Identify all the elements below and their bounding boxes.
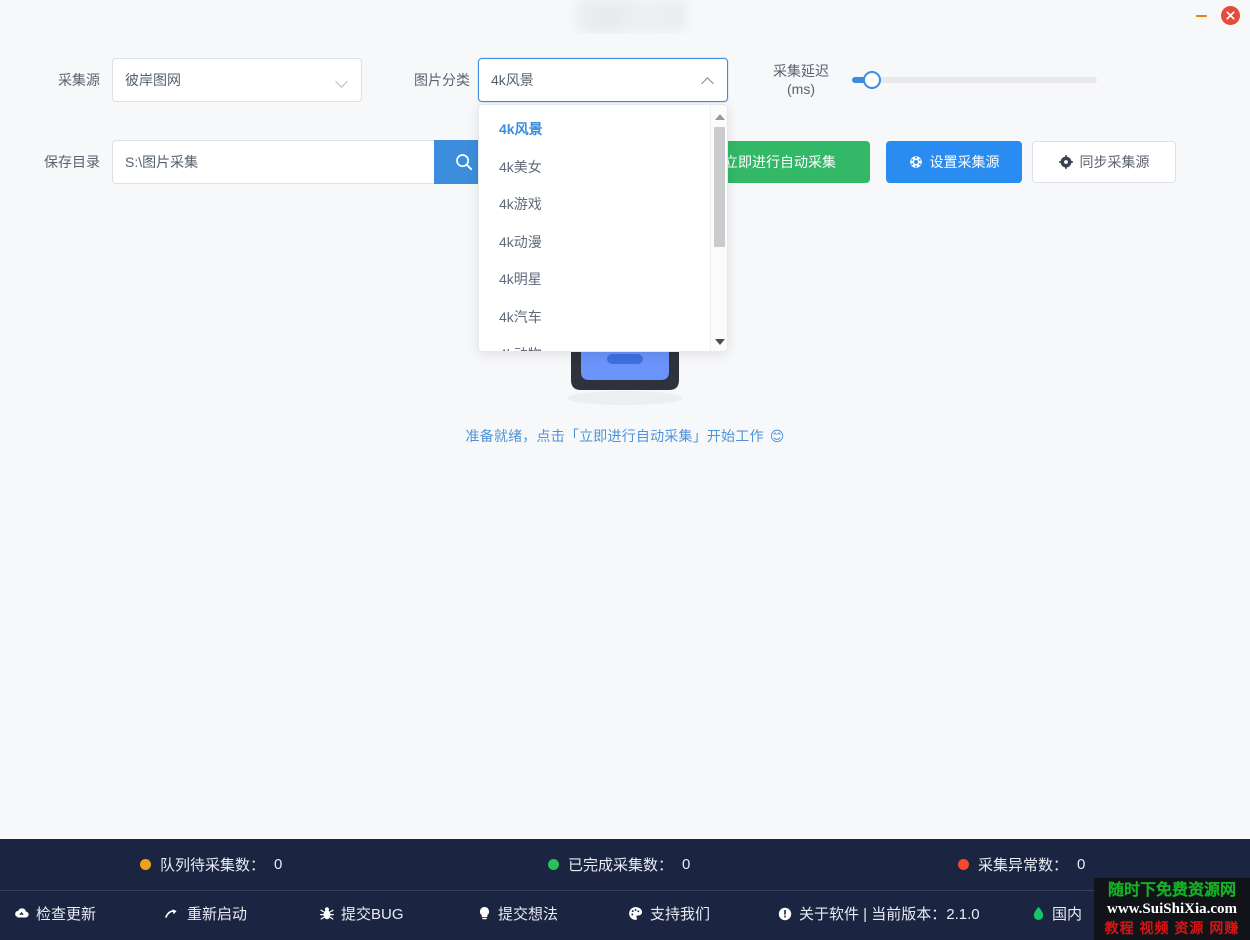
sync-source-label: 同步采集源 — [1080, 152, 1150, 172]
status-counters: 队列待采集数： 0 已完成采集数： 0 采集异常数： 0 — [0, 839, 1250, 890]
dropdown-item[interactable]: 4k动漫 — [479, 224, 711, 262]
watermark-overlay: 随时下免费资源网 www.SuiShiXia.com 教程 视频 资源 网赚 — [1094, 878, 1250, 940]
empty-state-message-group: 准备就绪，点击「立即进行自动采集」开始工作 😊 — [466, 426, 785, 446]
watermark-line-1: 随时下免费资源网 — [1108, 881, 1236, 900]
gear-icon — [909, 155, 923, 169]
footer-link-label: 国内 — [1052, 903, 1082, 924]
chevron-down-icon — [336, 74, 349, 87]
window-controls — [1193, 6, 1240, 25]
start-collect-label: 立即进行自动采集 — [724, 152, 836, 172]
watermark-line-3: 教程 视频 资源 网赚 — [1105, 919, 1240, 937]
redo-arrow-icon — [164, 907, 180, 921]
status-counter-label: 采集异常数： — [978, 854, 1068, 875]
footer-link[interactable]: 关于软件 | 当前版本：2.1.0 — [778, 903, 980, 924]
triangle-up-icon[interactable] — [711, 108, 728, 125]
dropdown-item[interactable]: 4k美女 — [479, 149, 711, 187]
chevron-up-icon — [702, 74, 715, 87]
status-dot-icon — [958, 859, 969, 870]
status-dot-icon — [548, 859, 559, 870]
dropdown-item-label: 4k动漫 — [499, 234, 542, 250]
dropdown-scroll-thumb[interactable] — [714, 127, 725, 247]
app-window: 采集源 彼岸图网 图片分类 4k风景 采集延迟 (ms) 保存目录 — [0, 0, 1250, 940]
delay-unit: (ms) — [756, 80, 846, 98]
dropdown-item[interactable]: 4k明星 — [479, 261, 711, 299]
bug-icon — [320, 906, 334, 921]
save-dir-group — [112, 140, 494, 184]
settings-source-label: 设置采集源 — [930, 152, 1000, 172]
footer-link[interactable]: 国内 — [1032, 903, 1082, 924]
info-icon — [778, 907, 792, 921]
dropdown-item-label: 4k汽车 — [499, 309, 542, 325]
footer-link[interactable]: 检查更新 — [14, 903, 96, 924]
footer-link[interactable]: 重新启动 — [164, 903, 247, 924]
dropdown-item-label: 4k游戏 — [499, 196, 542, 212]
footer-link-label: 提交想法 — [498, 903, 558, 924]
app-title-blurred — [575, 0, 687, 33]
delay-label: 采集延迟 — [756, 62, 846, 80]
source-label: 采集源 — [34, 58, 100, 102]
palette-icon — [628, 906, 643, 921]
source-select-value: 彼岸图网 — [125, 70, 336, 90]
delay-slider-thumb[interactable] — [863, 71, 881, 89]
footer-link-label: 关于软件 | 当前版本：2.1.0 — [799, 903, 980, 924]
empty-state-message: 准备就绪，点击「立即进行自动采集」开始工作 — [466, 426, 764, 446]
sync-source-button[interactable]: 同步采集源 — [1032, 141, 1176, 183]
status-counter-value: 0 — [274, 856, 282, 873]
watermark-line-2: www.SuiShiXia.com — [1107, 900, 1237, 919]
delay-slider[interactable] — [852, 77, 1097, 83]
cloud-upload-icon — [14, 906, 29, 921]
dropdown-item-label: 4k风景 — [499, 121, 543, 137]
category-dropdown-panel[interactable]: 4k风景 4k美女 4k游戏 4k动漫 4k明星 4k汽车 4k动物 — [478, 104, 728, 352]
footer-link-label: 重新启动 — [187, 903, 247, 924]
delay-label-group: 采集延迟 (ms) — [756, 62, 846, 98]
status-counter-value: 0 — [682, 856, 690, 873]
dropdown-item[interactable]: 4k动物 — [479, 336, 711, 352]
status-dot-icon — [140, 859, 151, 870]
category-label: 图片分类 — [370, 58, 470, 102]
search-icon — [454, 152, 474, 172]
dropdown-scrollbar[interactable] — [710, 105, 727, 352]
status-counter: 队列待采集数： 0 — [140, 854, 282, 875]
minimize-button[interactable] — [1193, 8, 1209, 24]
footer-link-label: 支持我们 — [650, 903, 710, 924]
category-select-value: 4k风景 — [491, 70, 702, 90]
status-bar: 队列待采集数： 0 已完成采集数： 0 采集异常数： 0 检查更新 重新启动 提交BUG 提交想… — [0, 839, 1250, 940]
status-counter-label: 已完成采集数： — [568, 854, 673, 875]
lightbulb-icon — [478, 906, 491, 921]
dropdown-item[interactable]: 4k风景 — [479, 111, 711, 149]
footer-link[interactable]: 支持我们 — [628, 903, 710, 924]
dropdown-item-label: 4k美女 — [499, 159, 542, 175]
footer-link[interactable]: 提交BUG — [320, 903, 404, 924]
save-dir-label: 保存目录 — [34, 140, 100, 184]
status-counter: 已完成采集数： 0 — [548, 854, 690, 875]
gear-icon — [1059, 155, 1073, 169]
footer-link-label: 提交BUG — [341, 903, 404, 924]
dropdown-item-label: 4k明星 — [499, 271, 542, 287]
footer-link[interactable]: 提交想法 — [478, 903, 558, 924]
category-select[interactable]: 4k风景 — [478, 58, 728, 102]
status-counter: 采集异常数： 0 — [958, 854, 1085, 875]
source-select[interactable]: 彼岸图网 — [112, 58, 362, 102]
smile-emoji: 😊 — [770, 428, 785, 445]
footer-link-label: 检查更新 — [36, 903, 96, 924]
dropdown-item[interactable]: 4k汽车 — [479, 299, 711, 337]
save-dir-input[interactable] — [112, 140, 434, 184]
form-row-1: 采集源 彼岸图网 图片分类 4k风景 采集延迟 (ms) — [0, 58, 1250, 102]
title-bar — [0, 0, 1250, 34]
triangle-down-icon[interactable] — [711, 333, 728, 350]
dropdown-item[interactable]: 4k游戏 — [479, 186, 711, 224]
category-dropdown-list: 4k风景 4k美女 4k游戏 4k动漫 4k明星 4k汽车 4k动物 — [479, 111, 711, 352]
status-counter-label: 队列待采集数： — [160, 854, 265, 875]
close-button[interactable] — [1221, 6, 1240, 25]
close-icon — [1226, 11, 1235, 20]
status-counter-value: 0 — [1077, 856, 1085, 873]
drop-icon — [1032, 906, 1045, 921]
dropdown-item-label: 4k动物 — [499, 346, 542, 352]
settings-source-button[interactable]: 设置采集源 — [886, 141, 1022, 183]
footer-links: 检查更新 重新启动 提交BUG 提交想法 支持我们 关于软件 | 当前版本：2.1.0 国内 — [0, 891, 1250, 940]
